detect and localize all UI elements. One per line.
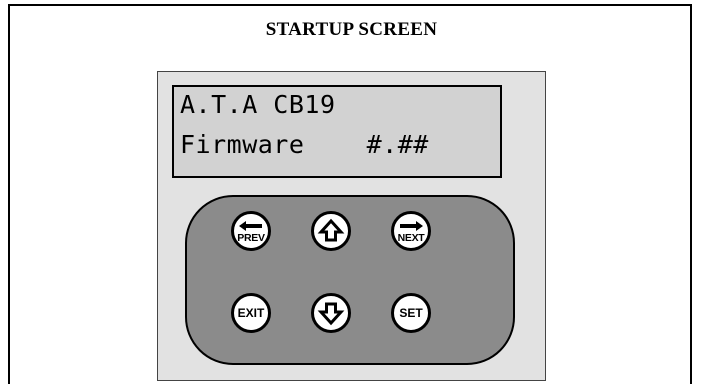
lcd-line-1: A.T.A CB19 — [180, 90, 336, 119]
up-button[interactable] — [311, 211, 351, 251]
exit-label: EXIT — [237, 306, 265, 320]
figure-title: STARTUP SCREEN — [265, 19, 438, 40]
set-label: SET — [399, 306, 423, 320]
next-label: NEXT — [397, 232, 425, 244]
lcd-line-2: Firmware #.## — [180, 130, 429, 159]
prev-button[interactable]: PREV — [231, 211, 271, 251]
down-button[interactable] — [311, 293, 351, 333]
lcd-display: A.T.A CB19 Firmware #.## — [172, 85, 502, 178]
next-button[interactable]: NEXT — [391, 211, 431, 251]
up-arrow-icon — [317, 218, 345, 242]
prev-label: PREV — [237, 232, 265, 244]
exit-button[interactable]: EXIT — [231, 293, 271, 333]
set-button[interactable]: SET — [391, 293, 431, 333]
keypad: PREV NEXT EXIT SET — [185, 195, 515, 365]
down-arrow-icon — [317, 302, 345, 326]
